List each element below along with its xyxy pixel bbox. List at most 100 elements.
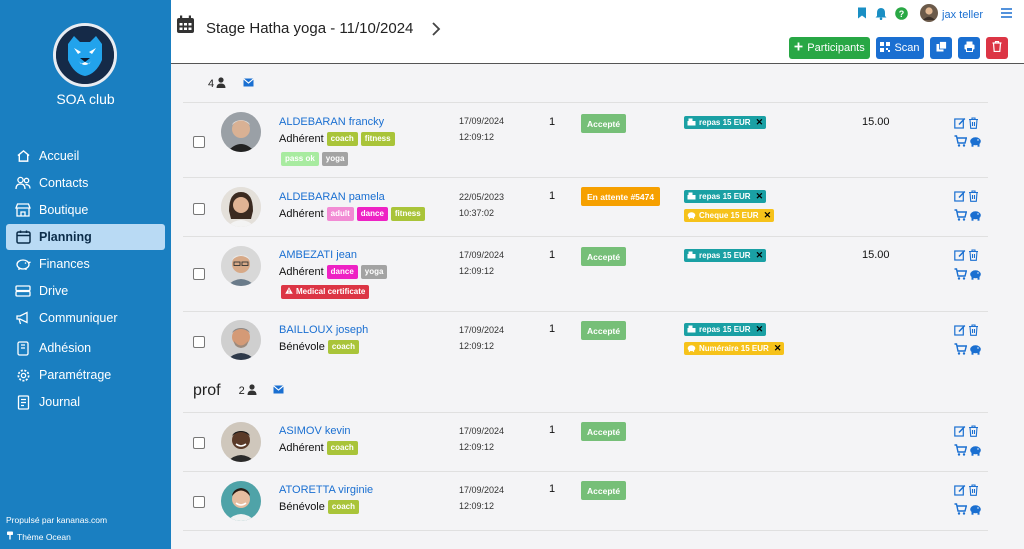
delete-button[interactable] [986, 37, 1008, 59]
status-badge[interactable]: En attente #5474 [581, 187, 661, 206]
row-checkbox[interactable] [193, 136, 205, 148]
participant-name[interactable]: BAILLOUX joseph [279, 324, 368, 336]
quantity: 1 [549, 323, 556, 335]
status-badge[interactable]: Accepté [581, 422, 627, 441]
remove-payment-icon[interactable]: ✕ [756, 191, 764, 202]
avatar[interactable] [221, 422, 261, 462]
payment-badge[interactable]: repas 15 EUR ✕ [684, 190, 767, 203]
add-participants-button[interactable]: Participants [789, 37, 870, 59]
shopping-cart-icon[interactable] [954, 208, 968, 226]
next-chevron-icon[interactable] [430, 20, 442, 43]
status-badge[interactable]: Accepté [581, 321, 627, 340]
tag-coach: coach [326, 132, 358, 146]
row-actions-top [954, 424, 979, 442]
row-checkbox[interactable] [193, 437, 205, 449]
club-logo[interactable] [53, 23, 117, 87]
sidebar-item-planning[interactable]: Planning [6, 224, 165, 250]
envelope-icon[interactable] [243, 78, 254, 90]
sidebar-item-contacts[interactable]: Contacts [6, 170, 165, 196]
remove-payment-icon[interactable]: ✕ [774, 343, 782, 354]
piggy-bank-icon [687, 211, 696, 221]
payment-badge[interactable]: repas 15 EUR ✕ [684, 116, 767, 129]
avatar[interactable] [221, 481, 261, 521]
tag-list: pass ok yoga [281, 152, 349, 166]
edit-icon[interactable] [954, 424, 966, 442]
powered-by-link[interactable]: Propulsé par kananas.com [6, 515, 107, 525]
row-checkbox[interactable] [193, 336, 205, 348]
remove-payment-icon[interactable]: ✕ [764, 210, 772, 221]
scan-button[interactable]: Scan [876, 37, 924, 59]
shopping-cart-icon[interactable] [954, 267, 968, 285]
piggy-bank-icon[interactable] [969, 502, 982, 520]
participant-name[interactable]: ALDEBARAN pamela [279, 191, 385, 203]
payment-badge[interactable]: repas 15 EUR ✕ [684, 249, 767, 262]
sidebar-item-finances[interactable]: Finances [6, 251, 165, 277]
edit-icon[interactable] [954, 483, 966, 501]
edit-icon[interactable] [954, 323, 966, 341]
participant-name[interactable]: ATORETTA virginie [279, 484, 373, 496]
remove-payment-icon[interactable]: ✕ [756, 117, 764, 128]
edit-icon[interactable] [954, 189, 966, 207]
trash-icon[interactable] [968, 483, 979, 501]
bookmark-icon[interactable] [857, 7, 867, 22]
duplicate-button[interactable] [930, 37, 952, 59]
status-badge[interactable]: Accepté [581, 247, 627, 266]
shopping-cart-icon[interactable] [954, 502, 968, 520]
row-checkbox[interactable] [193, 203, 205, 215]
avatar[interactable] [221, 246, 261, 286]
cash-register-icon [687, 118, 696, 128]
sidebar-item-accueil[interactable]: Accueil [6, 143, 165, 169]
participant-name[interactable]: AMBEZATI jean [279, 249, 357, 261]
status-badge[interactable]: Accepté [581, 481, 627, 500]
warning-icon [285, 287, 293, 297]
trash-icon[interactable] [968, 116, 979, 134]
trash-icon[interactable] [968, 248, 979, 266]
trash-icon[interactable] [968, 424, 979, 442]
piggy-bank-icon[interactable] [969, 443, 982, 461]
participant-name[interactable]: ALDEBARAN francky [279, 116, 384, 128]
piggy-bank-icon[interactable] [969, 342, 982, 360]
trash-icon[interactable] [968, 189, 979, 207]
shopping-cart-icon[interactable] [954, 443, 968, 461]
avatar[interactable] [221, 112, 261, 152]
calendar-icon [14, 229, 32, 245]
sidebar-item-parametrage[interactable]: Paramétrage [6, 362, 165, 388]
row-checkbox[interactable] [193, 496, 205, 508]
payment-badge[interactable]: Numéraire 15 EUR ✕ [684, 342, 785, 355]
sidebar-item-boutique[interactable]: Boutique [6, 197, 165, 223]
sidebar-item-journal[interactable]: Journal [6, 389, 165, 415]
print-button[interactable] [958, 37, 980, 59]
sidebar-item-communiquer[interactable]: Communiquer [6, 305, 165, 331]
shopping-cart-icon[interactable] [954, 134, 968, 152]
help-icon[interactable]: ? [895, 6, 908, 23]
participant-name[interactable]: ASIMOV kevin [279, 425, 351, 437]
remove-payment-icon[interactable]: ✕ [756, 324, 764, 335]
tag-medical-certificate[interactable]: Medical certificate [281, 285, 370, 299]
envelope-icon[interactable] [272, 385, 284, 397]
edit-icon[interactable] [954, 248, 966, 266]
remove-payment-icon[interactable]: ✕ [756, 250, 764, 261]
hamburger-menu-icon[interactable] [1001, 8, 1012, 21]
edit-icon[interactable] [954, 116, 966, 134]
table-row: ATORETTA virginie Bénévole coach 17/09/2… [183, 471, 988, 530]
payment-badge[interactable]: repas 15 EUR ✕ [684, 323, 767, 336]
piggy-bank-icon[interactable] [969, 208, 982, 226]
payment-badge[interactable]: Cheque 15 EUR ✕ [684, 209, 775, 222]
theme-selector[interactable]: Thème Ocean [6, 531, 71, 542]
piggy-bank-icon[interactable] [969, 134, 982, 152]
trash-icon[interactable] [968, 323, 979, 341]
row-actions-bottom [954, 208, 982, 226]
avatar[interactable] [221, 320, 261, 360]
user-menu[interactable]: jax teller [920, 4, 983, 25]
shopping-cart-icon[interactable] [954, 342, 968, 360]
status-badge[interactable]: Accepté [581, 114, 627, 133]
payment-label: repas 15 EUR [699, 325, 751, 334]
piggy-bank-icon[interactable] [969, 267, 982, 285]
payment-label: repas 15 EUR [699, 118, 751, 127]
sidebar-item-drive[interactable]: Drive [6, 278, 165, 304]
bell-icon[interactable] [875, 7, 887, 23]
sidebar-item-adhesion[interactable]: Adhésion [6, 335, 165, 361]
row-checkbox[interactable] [193, 268, 205, 280]
sidebar-item-label: Boutique [39, 203, 89, 217]
avatar[interactable] [221, 187, 261, 227]
